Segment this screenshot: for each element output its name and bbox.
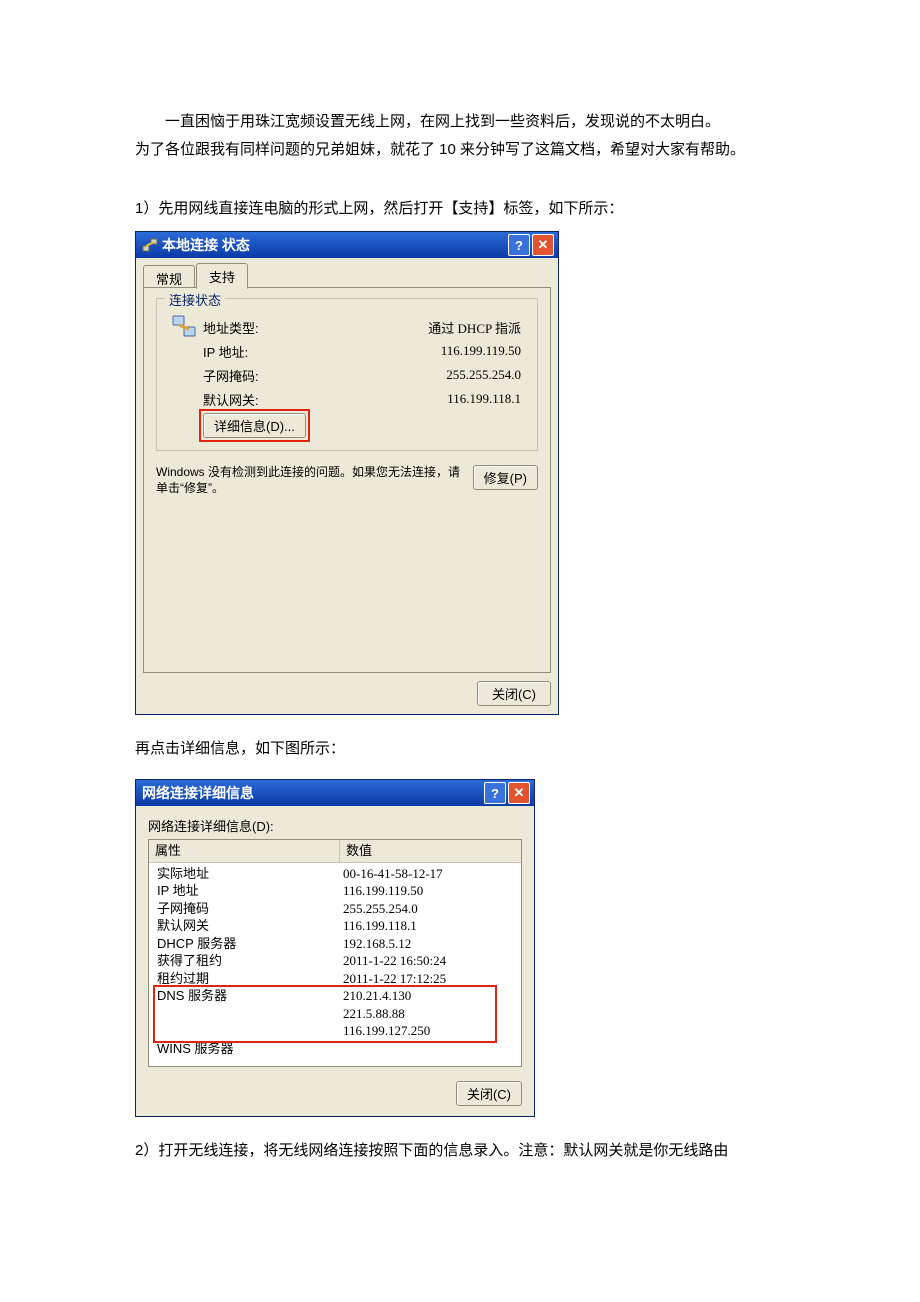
cell-property: 租约过期: [149, 970, 341, 988]
title-text: 本地连接 状态: [162, 235, 508, 255]
details-listview[interactable]: 属性 数值 实际地址00-16-41-58-12-17IP 地址116.199.…: [148, 839, 522, 1067]
cell-property: [149, 1005, 341, 1023]
cell-value: 192.168.5.12: [341, 935, 521, 953]
listview-row[interactable]: 默认网关116.199.118.1: [149, 917, 521, 935]
titlebar[interactable]: 网络连接详细信息 ? ✕: [136, 780, 534, 806]
listview-row[interactable]: 子网掩码255.255.254.0: [149, 900, 521, 918]
label-address-type: 地址类型:: [203, 318, 343, 337]
value-gateway: 116.199.118.1: [343, 391, 527, 407]
cell-value: 2011-1-22 17:12:25: [341, 970, 521, 988]
cell-value: 210.21.4.130: [341, 987, 521, 1005]
cell-property: DNS 服务器: [149, 987, 341, 1005]
dialog-local-connection-status: 本地连接 状态 ? ✕ 常规 支持 连接状态: [135, 231, 559, 715]
tab-strip: 常规 支持: [143, 264, 551, 288]
close-icon[interactable]: ✕: [508, 782, 530, 804]
cell-value: 00-16-41-58-12-17: [341, 865, 521, 883]
label-subnet-mask: 子网掩码:: [203, 366, 343, 385]
title-text: 网络连接详细信息: [142, 783, 484, 803]
group-connection-status: 连接状态 地址类型: 通过 DHCP 指派: [156, 298, 538, 451]
titlebar[interactable]: 本地连接 状态 ? ✕: [136, 232, 558, 258]
document-page: 一直困恼于用珠江宽频设置无线上网，在网上找到一些资料后，发现说的不太明白。 为了…: [0, 0, 920, 1221]
cell-property: [149, 1022, 341, 1040]
cell-value: 116.199.127.250: [341, 1022, 521, 1040]
close-button-label: 关闭(C): [492, 687, 536, 702]
details-button-label: 详细信息(D)...: [214, 419, 295, 434]
group-legend: 连接状态: [165, 290, 225, 309]
listview-row[interactable]: 租约过期2011-1-22 17:12:25: [149, 970, 521, 988]
network-icon: [167, 312, 203, 342]
step1-text: 1）先用网线直接连电脑的形式上网，然后打开【支持】标签，如下所示：: [135, 197, 785, 221]
cell-property: 默认网关: [149, 917, 341, 935]
help-icon[interactable]: ?: [484, 782, 506, 804]
close-button[interactable]: 关闭(C): [456, 1081, 522, 1106]
cell-property: IP 地址: [149, 882, 341, 900]
close-button[interactable]: 关闭(C): [477, 681, 551, 706]
intro-paragraph-1: 一直困恼于用珠江宽频设置无线上网，在网上找到一些资料后，发现说的不太明白。: [135, 110, 785, 134]
cell-value: [341, 1040, 521, 1058]
listview-row[interactable]: 实际地址00-16-41-58-12-17: [149, 865, 521, 883]
repair-button-label: 修复(P): [484, 471, 527, 486]
listview-row[interactable]: DNS 服务器210.21.4.130: [149, 987, 521, 1005]
cell-value: 221.5.88.88: [341, 1005, 521, 1023]
listview-row[interactable]: DHCP 服务器192.168.5.12: [149, 935, 521, 953]
cell-property: WINS 服务器: [149, 1040, 341, 1058]
listview-header: 属性 数值: [149, 840, 521, 863]
repair-button[interactable]: 修复(P): [473, 465, 538, 490]
cell-value: 116.199.118.1: [341, 917, 521, 935]
connection-icon: [142, 237, 158, 253]
cell-property: 获得了租约: [149, 952, 341, 970]
dialog-network-connection-details: 网络连接详细信息 ? ✕ 网络连接详细信息(D): 属性 数值 实际地址00-1…: [135, 779, 535, 1117]
after-step1-text: 再点击详细信息，如下图所示：: [135, 737, 785, 761]
close-button-label: 关闭(C): [467, 1087, 511, 1102]
repair-hint-text: Windows 没有检测到此连接的问题。如果您无法连接，请单击“修复”。: [156, 465, 463, 496]
label-ip: IP 地址:: [203, 342, 343, 361]
value-subnet-mask: 255.255.254.0: [343, 367, 527, 383]
cell-property: 实际地址: [149, 865, 341, 883]
details-button[interactable]: 详细信息(D)...: [203, 413, 306, 438]
listview-row[interactable]: 221.5.88.88: [149, 1005, 521, 1023]
tab-page-support: 连接状态 地址类型: 通过 DHCP 指派: [143, 287, 551, 673]
help-icon[interactable]: ?: [508, 234, 530, 256]
intro-paragraph-2: 为了各位跟我有同样问题的兄弟姐妹，就花了 10 来分钟写了这篇文档，希望对大家有…: [135, 138, 785, 162]
cell-value: 255.255.254.0: [341, 900, 521, 918]
label-gateway: 默认网关:: [203, 390, 343, 409]
step2-text: 2）打开无线连接，将无线网络连接按照下面的信息录入。注意：默认网关就是你无线路由: [135, 1139, 785, 1163]
cell-property: 子网掩码: [149, 900, 341, 918]
cell-value: 2011-1-22 16:50:24: [341, 952, 521, 970]
value-address-type: 通过 DHCP 指派: [343, 318, 527, 337]
listview-row[interactable]: 获得了租约2011-1-22 16:50:24: [149, 952, 521, 970]
cell-property: DHCP 服务器: [149, 935, 341, 953]
header-value: 数值: [340, 840, 521, 862]
tab-support[interactable]: 支持: [196, 263, 248, 289]
value-ip: 116.199.119.50: [343, 343, 527, 359]
listview-row[interactable]: 116.199.127.250: [149, 1022, 521, 1040]
listview-row[interactable]: IP 地址116.199.119.50: [149, 882, 521, 900]
details-label: 网络连接详细信息(D):: [148, 816, 522, 835]
cell-value: 116.199.119.50: [341, 882, 521, 900]
listview-row[interactable]: WINS 服务器: [149, 1040, 521, 1058]
close-icon[interactable]: ✕: [532, 234, 554, 256]
header-property: 属性: [149, 840, 340, 862]
